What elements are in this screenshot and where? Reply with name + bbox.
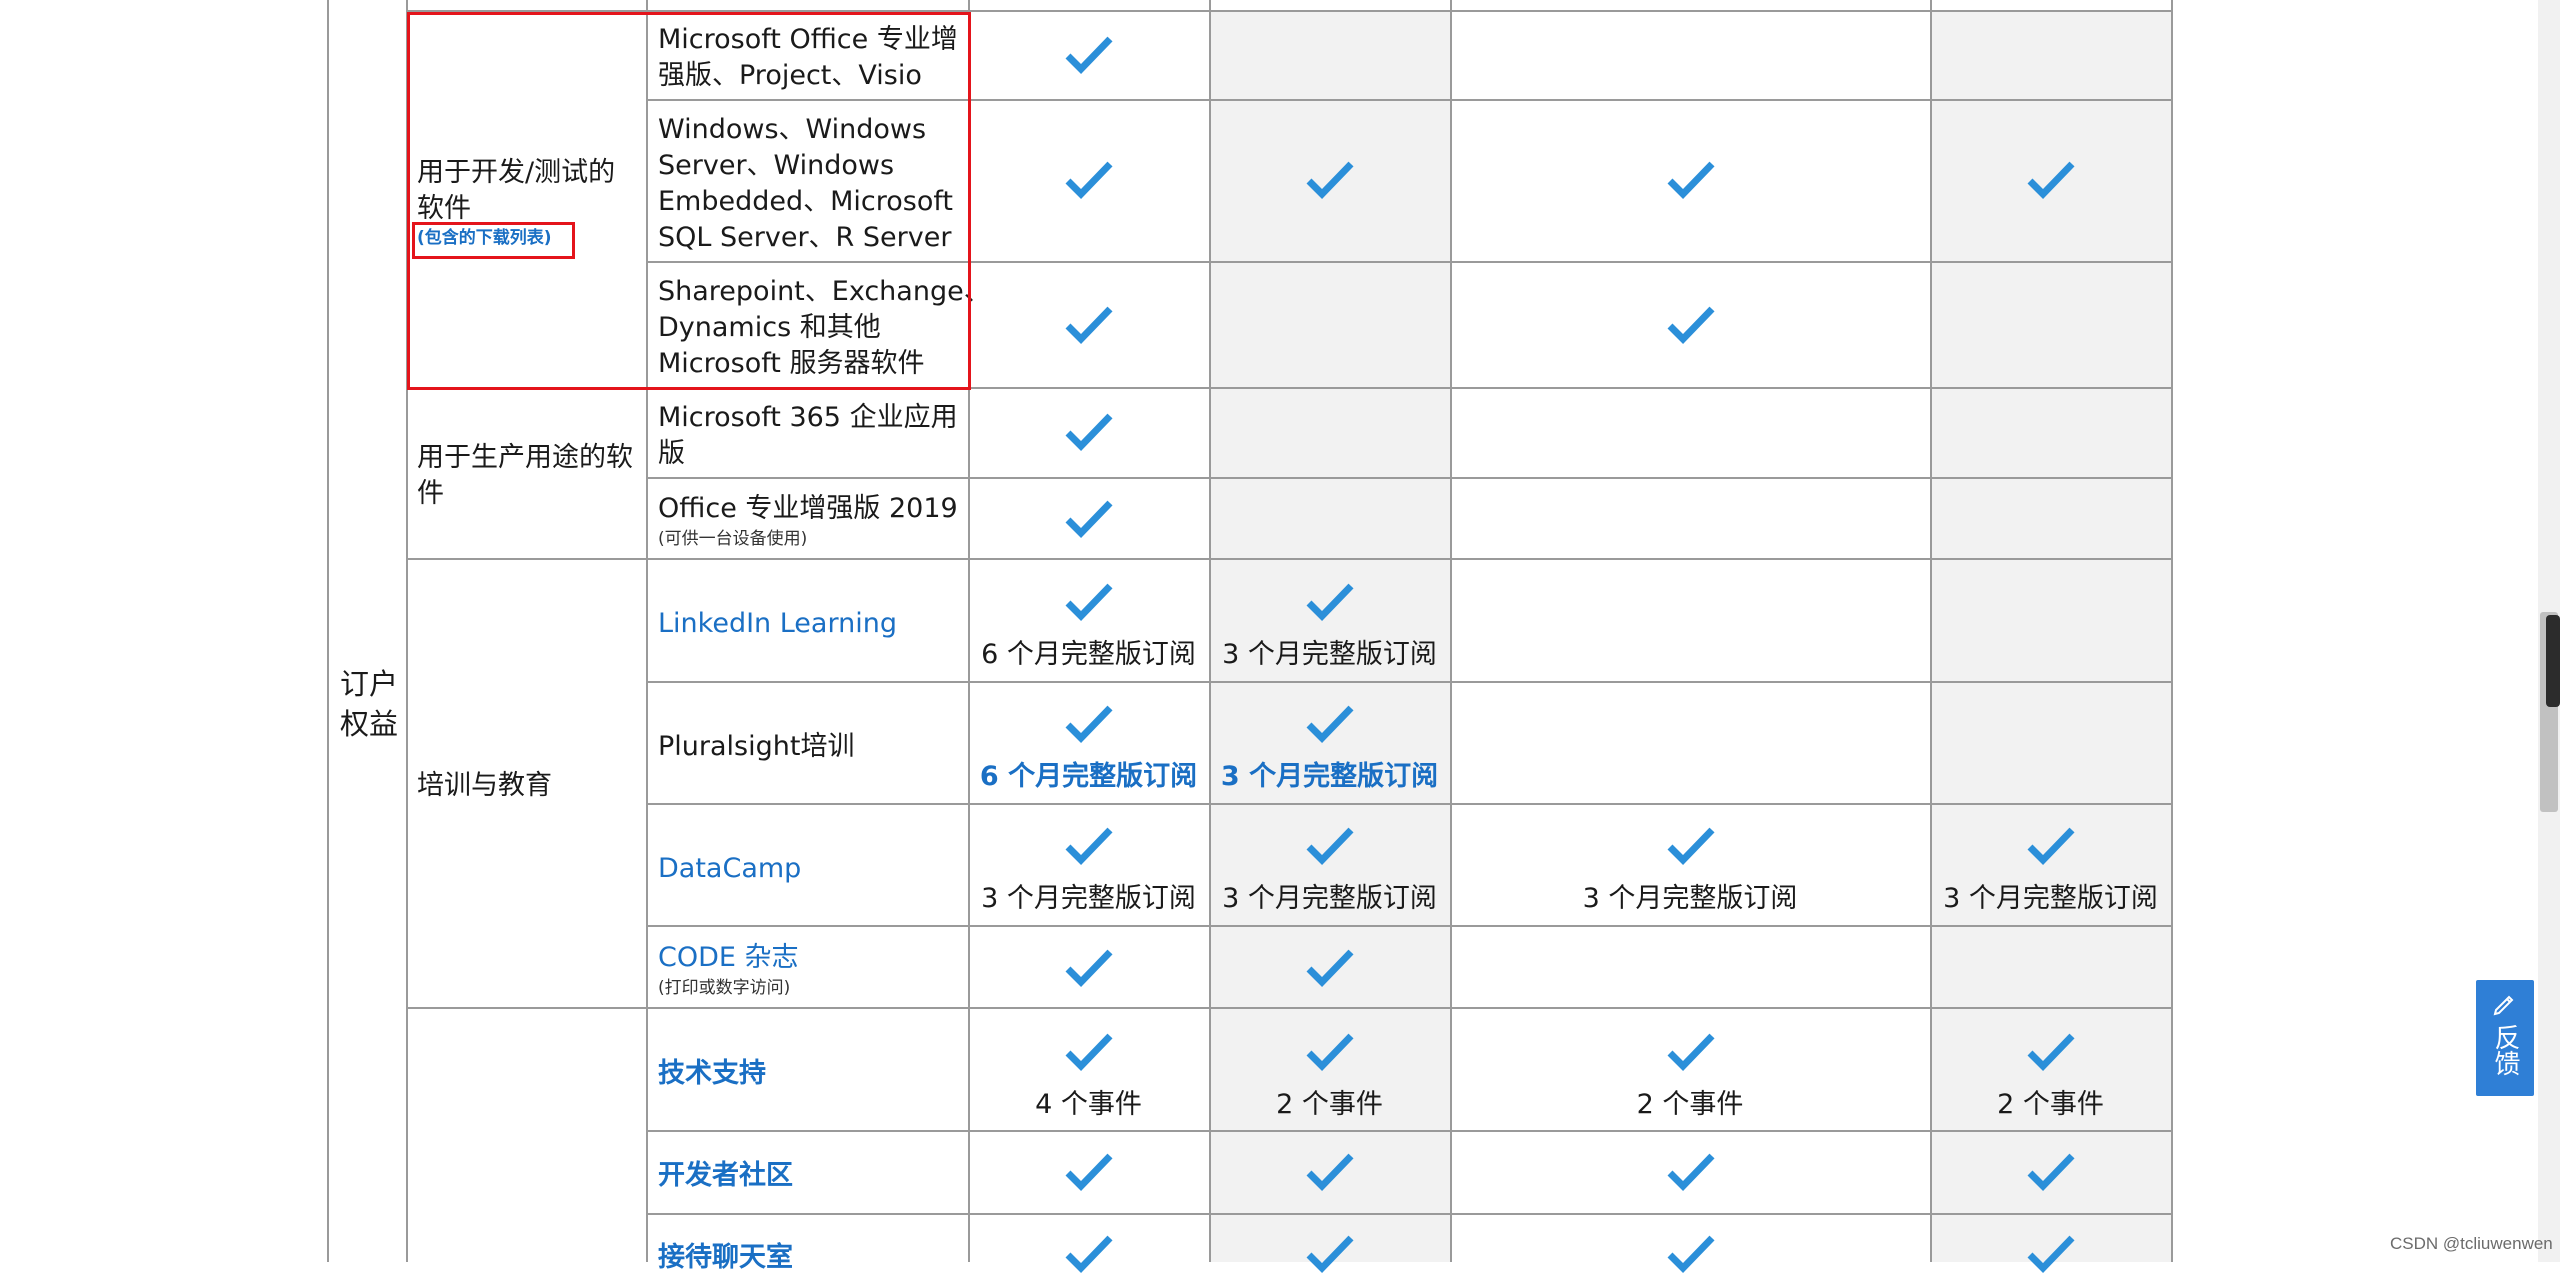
- table-border: [327, 0, 329, 1262]
- table-border: [646, 477, 2173, 479]
- datacamp-link[interactable]: DataCamp: [658, 851, 801, 887]
- checkmark-icon: [1666, 1151, 1716, 1193]
- subscription-label: 3 个月完整版订阅: [1943, 883, 2158, 914]
- checkmark-icon: [1666, 1233, 1716, 1275]
- checkmark-icon: [2026, 1233, 2076, 1275]
- table-border: [406, 1007, 2173, 1009]
- checkmark-icon: [1305, 1233, 1355, 1275]
- row-name: Pluralsight培训: [658, 731, 855, 762]
- table-border: [406, 558, 2173, 560]
- row-name: Office 专业增强版 2019: [658, 493, 958, 524]
- table-border: [646, 1213, 2173, 1215]
- table-border: [646, 681, 2173, 683]
- checkmark-icon: [1305, 1031, 1355, 1073]
- code-magazine-link[interactable]: CODE 杂志: [658, 940, 799, 976]
- incident-label: 2 个事件: [1997, 1089, 2104, 1120]
- side-widget-handle[interactable]: [2546, 615, 2560, 707]
- checkmark-icon: [1305, 825, 1355, 867]
- chat-room-link[interactable]: 接待聊天室: [658, 1240, 793, 1276]
- highlight-box: [407, 12, 971, 390]
- table-border: [646, 925, 2173, 927]
- checkmark-icon: [1064, 411, 1114, 453]
- checkmark-icon: [1305, 703, 1355, 745]
- subscription-label: 3 个月完整版订阅: [981, 883, 1196, 914]
- checkmark-icon: [2026, 159, 2076, 201]
- subscription-label: 3 个月完整版订阅: [1222, 883, 1437, 914]
- subscription-label[interactable]: 3 个月完整版订阅: [1209, 760, 1450, 794]
- checkmark-icon: [1064, 825, 1114, 867]
- checkmark-icon: [2026, 825, 2076, 867]
- incident-label: 2 个事件: [1276, 1089, 1383, 1120]
- table-border: [646, 803, 2173, 805]
- checkmark-icon: [1064, 1031, 1114, 1073]
- table-border: [2171, 0, 2173, 1262]
- checkmark-icon: [1064, 581, 1114, 623]
- row-name: Microsoft 365 企业应用 版: [658, 402, 958, 469]
- tech-support-link[interactable]: 技术支持: [658, 1056, 766, 1092]
- checkmark-icon: [1064, 703, 1114, 745]
- checkmark-icon: [1666, 825, 1716, 867]
- group-label-training: 培训与教育: [417, 770, 552, 801]
- section-label: 订户 权益: [340, 667, 399, 741]
- subscription-label: 3 个月完整版订阅: [1582, 883, 1798, 914]
- table-border: [1930, 0, 1932, 1262]
- checkmark-icon: [1064, 34, 1114, 76]
- checkmark-icon: [1305, 159, 1355, 201]
- feedback-button[interactable]: 反馈: [2476, 980, 2534, 1096]
- subscription-label[interactable]: 6 个月完整版订阅: [968, 760, 1209, 794]
- checkmark-icon: [1064, 304, 1114, 346]
- watermark: CSDN @tcliuwenwen: [2390, 1234, 2553, 1253]
- checkmark-icon: [1305, 947, 1355, 989]
- table-border: [646, 1130, 2173, 1132]
- checkmark-icon: [2026, 1031, 2076, 1073]
- checkmark-icon: [1064, 947, 1114, 989]
- linkedin-learning-link[interactable]: LinkedIn Learning: [658, 606, 897, 642]
- checkmark-icon: [1666, 159, 1716, 201]
- table-border: [1209, 0, 1211, 1262]
- incident-label: 4 个事件: [1035, 1089, 1142, 1120]
- pencil-icon: [2493, 995, 2514, 1016]
- checkmark-icon: [1064, 1233, 1114, 1275]
- row-note: (可供一台设备使用): [658, 529, 808, 549]
- checkmark-icon: [1305, 1151, 1355, 1193]
- checkmark-icon: [1064, 1151, 1114, 1193]
- checkmark-icon: [1064, 498, 1114, 540]
- checkmark-icon: [1666, 1031, 1716, 1073]
- subscription-label: 6 个月完整版订阅: [981, 639, 1196, 670]
- checkmark-icon: [1305, 581, 1355, 623]
- dev-community-link[interactable]: 开发者社区: [658, 1158, 793, 1194]
- subscription-label: 3 个月完整版订阅: [1222, 639, 1437, 670]
- table-border: [1450, 0, 1452, 1262]
- highlight-box-small: [412, 222, 575, 259]
- checkmark-icon: [2026, 1151, 2076, 1193]
- incident-label: 2 个事件: [1636, 1089, 1744, 1120]
- checkmark-icon: [1064, 159, 1114, 201]
- feedback-label: 反馈: [2490, 1024, 2520, 1076]
- row-note: (打印或数字访问): [658, 978, 791, 998]
- checkmark-icon: [1666, 304, 1716, 346]
- group-label-production: 用于生产用途的软 件: [417, 442, 633, 509]
